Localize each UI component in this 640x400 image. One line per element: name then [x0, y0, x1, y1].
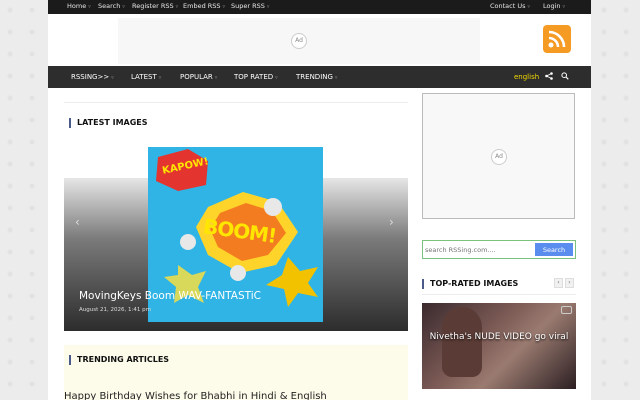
- sidebar-ad[interactable]: Ad: [422, 93, 575, 219]
- ad-badge: Ad: [491, 149, 507, 165]
- trending-article-link[interactable]: Happy Birthday Wishes for Bhabhi in Hind…: [64, 391, 327, 400]
- nav-item-rssing[interactable]: RSSING>> ▿: [71, 73, 114, 81]
- chevron-down-icon: ▿: [158, 75, 162, 81]
- chevron-down-icon: ▿: [111, 75, 114, 81]
- rss-logo-icon[interactable]: [543, 25, 571, 53]
- carousel-prev-icon[interactable]: ‹: [554, 278, 563, 288]
- chevron-down-icon: ▿: [266, 4, 270, 10]
- page: Home ▿ Search ▿ Register RSS ▿ Embed RSS ▿ S…: [48, 0, 591, 400]
- header-ad[interactable]: Ad: [118, 18, 480, 64]
- top-rated-images-heading: TOP-RATED IMAGES: [422, 279, 518, 289]
- share-icon[interactable]: [545, 72, 553, 82]
- search-button[interactable]: Search: [535, 243, 573, 256]
- divider: [422, 294, 576, 295]
- search-input[interactable]: [425, 243, 535, 256]
- nav-item-popular[interactable]: POPULAR ▿: [180, 73, 217, 81]
- top-rated-thumbnail[interactable]: Nivetha's NUDE VIDEO go viral: [422, 303, 576, 389]
- slider-next-arrow-icon[interactable]: ›: [389, 215, 394, 229]
- slide-title[interactable]: MovingKeys Boom WAV-FANTASTiC: [79, 290, 261, 302]
- topbar-link-super-rss[interactable]: Super RSS ▿: [231, 2, 269, 10]
- slider-prev-arrow-icon[interactable]: ‹: [75, 215, 80, 229]
- top-bar: Home ▿ Search ▿ Register RSS ▿ Embed RSS ▿ S…: [48, 0, 591, 14]
- nav-item-trending[interactable]: TRENDING ▿: [296, 73, 337, 81]
- topbar-link-embed-rss[interactable]: Embed RSS ▿: [183, 2, 225, 10]
- chevron-down-icon: ▿: [334, 75, 338, 81]
- main-nav: RSSING>> ▿ LATEST ▿ POPULAR ▿ TOP RATED ▿ TR…: [48, 66, 591, 88]
- top-rated-item-title[interactable]: Nivetha's NUDE VIDEO go viral: [422, 331, 576, 343]
- language-selector[interactable]: english: [514, 73, 539, 81]
- topbar-link-login[interactable]: Login ▿: [543, 2, 565, 10]
- search-icon[interactable]: [561, 72, 569, 82]
- gallery-icon: [561, 306, 572, 314]
- chevron-down-icon: ▿: [222, 4, 226, 10]
- search-form: Search: [422, 240, 576, 259]
- nav-item-latest[interactable]: LATEST ▿: [131, 73, 161, 81]
- latest-images-heading: LATEST IMAGES: [69, 118, 148, 128]
- chevron-down-icon: ▿: [562, 4, 566, 10]
- chevron-down-icon: ▿: [88, 4, 91, 10]
- topbar-link-register-rss[interactable]: Register RSS ▿: [132, 2, 178, 10]
- trending-articles-heading: TRENDING ARTICLES: [69, 355, 169, 365]
- slide-date: August 21, 2026, 1:41 pm: [79, 307, 151, 313]
- chevron-down-icon: ▿: [275, 75, 278, 81]
- nav-item-top-rated[interactable]: TOP RATED ▿: [234, 73, 278, 81]
- topbar-link-search[interactable]: Search ▿: [98, 2, 125, 10]
- ad-badge: Ad: [291, 33, 307, 49]
- divider: [64, 102, 408, 103]
- chevron-down-icon: ▿: [122, 4, 125, 10]
- chevron-down-icon: ▿: [175, 4, 179, 10]
- chevron-down-icon: ▿: [214, 75, 218, 81]
- topbar-link-home[interactable]: Home ▿: [67, 2, 91, 10]
- chevron-down-icon: ▿: [527, 4, 531, 10]
- carousel-next-icon[interactable]: ›: [565, 278, 574, 288]
- topbar-link-contact-us[interactable]: Contact Us ▿: [490, 2, 530, 10]
